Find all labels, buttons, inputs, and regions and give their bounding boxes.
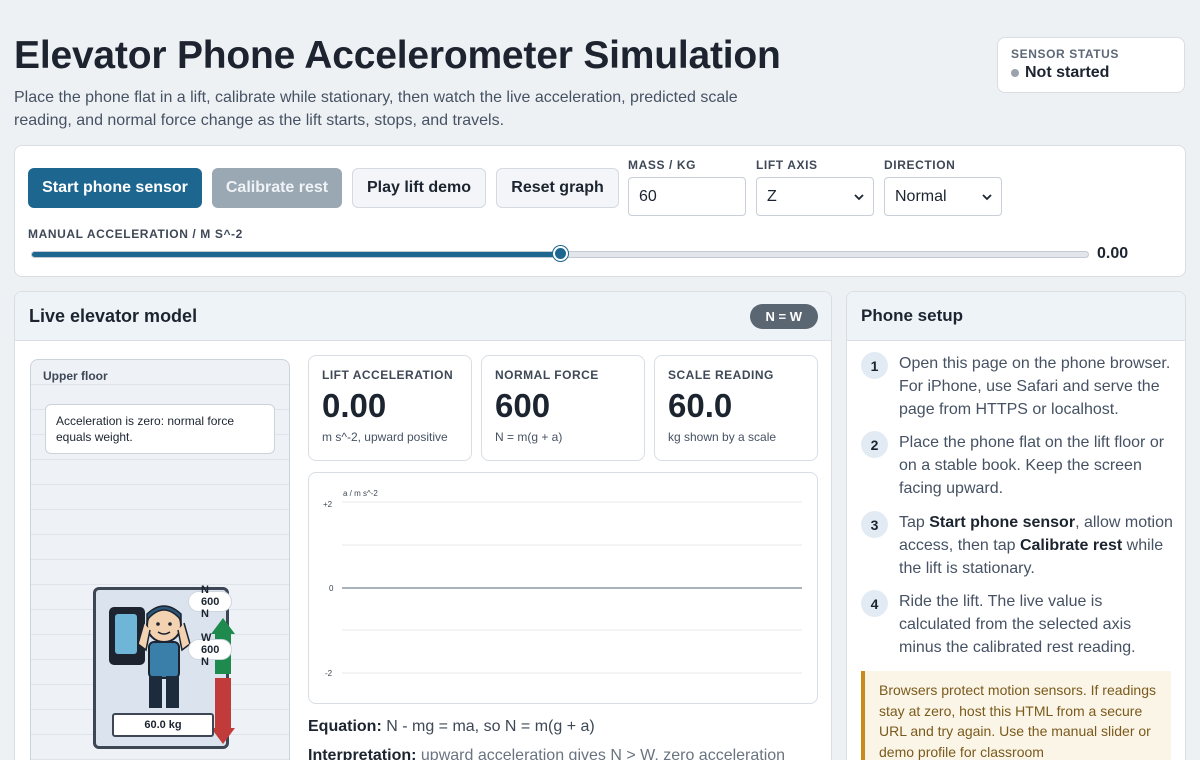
force-note: Acceleration is zero: normal force equal…	[45, 404, 275, 454]
step-text: Ride the lift. The live value is calcula…	[899, 593, 1136, 656]
metric-label: SCALE READING	[668, 368, 774, 382]
model-panel-header: Live elevator model N = W	[15, 292, 831, 341]
manual-acceleration-label: MANUAL ACCELERATION / M S^-2	[28, 227, 243, 241]
mass-label: MASS / KG	[628, 158, 697, 172]
graph-tick-top: +2	[323, 500, 333, 509]
step-text: Open this page on the phone browser. For…	[899, 355, 1171, 418]
equation-body: N - mg = ma, so N = m(g + a)	[381, 718, 595, 735]
calibrate-rest-button[interactable]: Calibrate rest	[212, 168, 342, 208]
acceleration-slider-value: 0.00	[1097, 245, 1129, 262]
phone-setup-panel: Phone setup 1 Open this page on the phon…	[846, 291, 1186, 760]
elevator-car: N 600 N W 600 N 60.0 kg	[93, 584, 235, 749]
interpretation-body: upward acceleration gives N > W, zero ac…	[416, 747, 786, 760]
metric-value: 60.0	[668, 387, 733, 424]
scale-reading-card: SCALE READING 60.0 kg shown by a scale	[654, 355, 818, 461]
status-dot-icon	[1011, 69, 1019, 77]
graph-y-label: a / m s^-2	[343, 489, 378, 498]
floor-label: Upper floor	[43, 369, 108, 383]
step-number: 2	[861, 431, 888, 458]
step-text-bold: Calibrate rest	[1019, 537, 1123, 554]
axis-select-value: Z	[767, 187, 777, 205]
graph-tick-zero: 0	[329, 584, 334, 593]
page-subtitle: Place the phone flat in a lift, calibrat…	[14, 89, 738, 129]
step-number: 4	[861, 590, 888, 617]
sensor-status-value: Not started	[1025, 64, 1110, 81]
step-text: Tap Start phone sensor, allow motion acc…	[899, 511, 1176, 580]
step-number: 1	[861, 352, 888, 379]
sensor-status-card: SENSOR STATUS Not started	[997, 37, 1185, 93]
chevron-down-icon	[982, 194, 992, 201]
direction-select-value: Normal	[895, 187, 947, 205]
acceleration-graph-svg: a / m s^-2 +2 0 -2	[323, 489, 802, 678]
model-panel-title: Live elevator model	[29, 305, 198, 326]
setup-step: 3 Tap Start phone sensor, allow motion a…	[861, 511, 1176, 580]
step-text-bold: Start phone sensor	[929, 514, 1076, 531]
metric-label: NORMAL FORCE	[495, 368, 599, 382]
equation-text: Equation: N - mg = ma, so N = m(g + a)	[308, 718, 595, 736]
metric-sub: N = m(g + a)	[495, 430, 563, 444]
setup-step: 1 Open this page on the phone browser. F…	[861, 352, 1176, 421]
setup-step: 4 Ride the lift. The live value is calcu…	[861, 590, 1176, 659]
sensor-status-row: Not started	[1011, 64, 1171, 82]
graph-tick-bottom: -2	[325, 669, 333, 678]
play-demo-button[interactable]: Play lift demo	[352, 168, 486, 208]
step-text: Place the phone flat on the lift floor o…	[899, 434, 1165, 497]
acceleration-slider-thumb[interactable]	[553, 246, 568, 261]
metric-value: 600	[495, 387, 551, 424]
direction-label: DIRECTION	[884, 158, 956, 172]
weight-force-chip: W 600 N	[188, 632, 233, 668]
metric-sub: kg shown by a scale	[668, 430, 777, 444]
acceleration-slider-fill	[32, 252, 560, 257]
normal-force-chip: N 600 N	[188, 584, 233, 620]
lift-acceleration-card: LIFT ACCELERATION 0.00 m s^-2, upward po…	[308, 355, 472, 461]
axis-select[interactable]: Z	[756, 177, 874, 216]
setup-step: 2 Place the phone flat on the lift floor…	[861, 431, 1176, 500]
normal-force-card: NORMAL FORCE 600 N = m(g + a)	[481, 355, 645, 461]
chevron-down-icon	[854, 194, 864, 201]
equation-label: Equation:	[308, 718, 382, 735]
scale-display: 60.0 kg	[112, 713, 214, 737]
metric-sub: m s^-2, upward positive	[322, 430, 448, 444]
setup-panel-header: Phone setup	[847, 292, 1185, 341]
elevator-shaft: Upper floor Acceleration is zero: normal…	[30, 359, 290, 760]
reset-graph-button[interactable]: Reset graph	[496, 168, 619, 208]
mass-input[interactable]: 60	[628, 177, 746, 216]
sensor-status-label: SENSOR STATUS	[1011, 47, 1120, 61]
metric-value: 0.00	[322, 387, 387, 424]
sensor-warning: Browsers protect motion sensors. If read…	[861, 671, 1171, 760]
step-number: 3	[861, 511, 888, 538]
controls-panel: Start phone sensor Calibrate rest Play l…	[14, 145, 1186, 277]
acceleration-graph: a / m s^-2 +2 0 -2	[308, 472, 818, 704]
interpretation-label: Interpretation:	[308, 747, 417, 760]
direction-select[interactable]: Normal	[884, 177, 1002, 216]
start-sensor-button[interactable]: Start phone sensor	[28, 168, 202, 208]
setup-panel-title: Phone setup	[861, 306, 964, 325]
metric-label: LIFT ACCELERATION	[322, 368, 454, 382]
force-relation-badge: N = W	[749, 304, 818, 329]
interpretation-text: Interpretation: upward acceleration give…	[308, 747, 785, 760]
axis-label: LIFT AXIS	[756, 158, 818, 172]
elevator-model-panel: Live elevator model N = W Upper floor Ac…	[14, 291, 832, 760]
page-title: Elevator Phone Accelerometer Simulation	[14, 34, 781, 77]
step-text-part: Tap	[899, 514, 930, 531]
